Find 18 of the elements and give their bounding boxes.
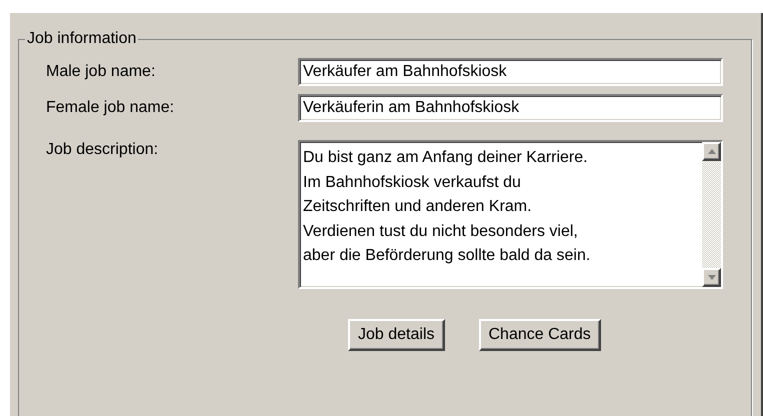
description-line: Du bist ganz am Anfang deiner Karriere. <box>303 148 589 168</box>
field-label: Job description: <box>46 140 160 160</box>
text-field[interactable]: Verkäuferin am Bahnhofskiosk <box>298 94 723 122</box>
vertical-scrollbar[interactable] <box>702 142 721 287</box>
scroll-down-button[interactable] <box>702 268 721 287</box>
description-line: aber die Beförderung sollte bald da sein. <box>303 246 592 266</box>
description-textarea[interactable]: Du bist ganz am Anfang deiner Karriere. Im Bahnhofskiosk verkaufst du Zeitschriften und anderen Kram. Verdienen tust du nicht besonders viel, aber die Beförderung sollte bald da sein. <box>298 140 723 289</box>
description-line: Zeitschriften und anderen Kram. <box>303 197 533 217</box>
field-label: Male job name: <box>46 62 156 82</box>
down-arrow-icon <box>708 275 716 280</box>
field-label: Female job name: <box>46 98 176 118</box>
scroll-up-button[interactable] <box>702 142 721 161</box>
description-line: Verdienen tust du nicht besonders viel, <box>303 222 579 242</box>
dialog-button[interactable]: Chance Cards <box>478 319 601 351</box>
up-arrow-icon <box>708 149 716 154</box>
text-field[interactable]: Verkäufer am Bahnhofskiosk <box>298 58 723 86</box>
dialog-button[interactable]: Job details <box>348 319 444 351</box>
description-line: Im Bahnhofskiosk verkaufst du <box>303 172 522 192</box>
